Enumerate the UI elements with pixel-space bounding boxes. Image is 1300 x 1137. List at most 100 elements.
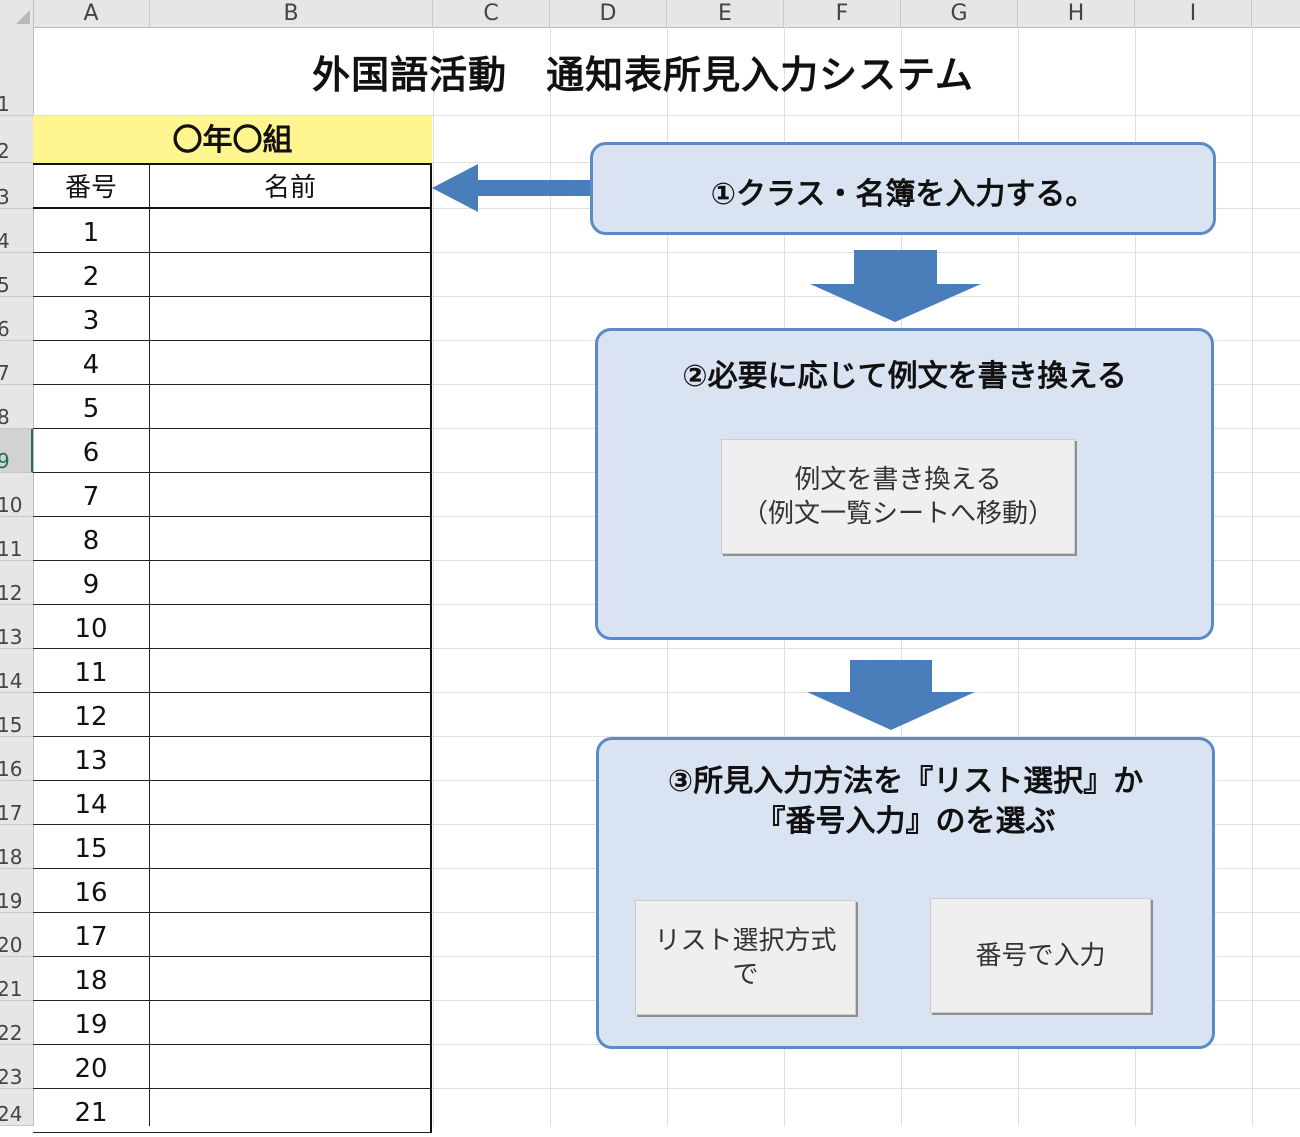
roster-name-cell[interactable]: [150, 1045, 430, 1088]
row-header[interactable]: 1: [0, 27, 33, 116]
roster-name-cell[interactable]: [150, 473, 430, 516]
roster-number-cell[interactable]: 2: [33, 253, 149, 297]
row-header-label: 13: [0, 625, 23, 649]
roster-number-cell[interactable]: 12: [33, 693, 149, 737]
row-header[interactable]: 15: [0, 693, 33, 737]
row-header[interactable]: 3: [0, 163, 33, 209]
row-header-label: 21: [0, 977, 23, 1001]
column-header-f[interactable]: F: [784, 0, 901, 27]
row-header[interactable]: 7: [0, 341, 33, 385]
roster-name-cell[interactable]: [150, 341, 430, 384]
roster-number-cell[interactable]: 13: [33, 737, 149, 781]
number-column-header: 番号: [64, 173, 117, 203]
row-header[interactable]: 17: [0, 781, 33, 825]
row-header-label: 20: [0, 933, 23, 957]
roster-number-cell[interactable]: 20: [33, 1045, 149, 1089]
roster-number-cell[interactable]: 3: [33, 297, 149, 341]
row-header[interactable]: 5: [0, 253, 33, 297]
roster-name-cell[interactable]: [150, 913, 430, 956]
row-header[interactable]: 19: [0, 869, 33, 913]
roster-name-cell[interactable]: [150, 517, 430, 560]
column-header-h[interactable]: H: [1018, 0, 1135, 27]
down-arrow-icon: [810, 250, 981, 322]
roster-number-cell[interactable]: 6: [33, 429, 149, 473]
row-header[interactable]: 14: [0, 649, 33, 693]
roster-name-cell[interactable]: [150, 869, 430, 912]
class-header-cell[interactable]: 〇年〇組: [33, 116, 432, 163]
select-all-icon: [16, 10, 30, 24]
roster-name-cell[interactable]: [150, 253, 430, 296]
page-title: 外国語活動 通知表所見入力システム: [312, 53, 974, 97]
roster-name-cell[interactable]: [150, 297, 430, 340]
roster-number-cell[interactable]: 14: [33, 781, 149, 825]
roster-name-cell[interactable]: [150, 561, 430, 604]
down-arrow-shape: [807, 660, 975, 730]
roster-name-cell[interactable]: [150, 1001, 430, 1044]
row-header[interactable]: 23: [0, 1045, 33, 1089]
roster-number-cell[interactable]: 4: [33, 341, 149, 385]
row-header[interactable]: 18: [0, 825, 33, 869]
roster-number-cell[interactable]: 8: [33, 517, 149, 561]
column-header-d[interactable]: D: [550, 0, 667, 27]
step2-label: ②必要に応じて例文を書き換える: [682, 359, 1127, 394]
roster-name-cell[interactable]: [150, 781, 430, 824]
row-header-label: 3: [0, 185, 10, 209]
row-header-label: 9: [0, 449, 10, 473]
column-header-b[interactable]: B: [150, 0, 433, 27]
number-input-button[interactable]: 番号で入力: [930, 898, 1151, 1013]
roster-name-cell[interactable]: [150, 649, 430, 692]
roster-name-cell[interactable]: [150, 693, 430, 736]
row-header[interactable]: 12: [0, 561, 33, 605]
row-header[interactable]: 8: [0, 385, 33, 429]
left-arrow-icon: [432, 164, 595, 212]
row-header-label: 17: [0, 801, 23, 825]
row-header[interactable]: 24: [0, 1089, 33, 1126]
row-header[interactable]: 9: [0, 429, 33, 473]
roster-number-cell[interactable]: 21: [33, 1089, 149, 1133]
roster-number-cell[interactable]: 1: [33, 209, 149, 253]
column-header-c[interactable]: C: [433, 0, 550, 27]
roster-name-cell[interactable]: [150, 737, 430, 780]
roster-name-cell[interactable]: [150, 209, 430, 252]
roster-number-cell[interactable]: 17: [33, 913, 149, 957]
roster-number-cell[interactable]: 5: [33, 385, 149, 429]
row-header-label: 14: [0, 669, 23, 693]
row-header[interactable]: 22: [0, 1001, 33, 1045]
row-header-label: 6: [0, 317, 10, 341]
roster-number-cell[interactable]: 7: [33, 473, 149, 517]
roster-number-cell[interactable]: 19: [33, 1001, 149, 1045]
column-header-g[interactable]: G: [901, 0, 1018, 27]
row-header[interactable]: 4: [0, 209, 33, 253]
row-header[interactable]: 11: [0, 517, 33, 561]
row-header[interactable]: 10: [0, 473, 33, 517]
row-header-label: 23: [0, 1065, 23, 1089]
rewrite-examples-button[interactable]: 例文を書き換える （例文一覧シートへ移動）: [721, 439, 1075, 554]
row-header[interactable]: 6: [0, 297, 33, 341]
row-header-label: 10: [0, 493, 23, 517]
rewrite-examples-button-line1: 例文を書き換える: [794, 464, 1002, 495]
roster-name-cell[interactable]: [150, 825, 430, 868]
roster-name-cell[interactable]: [150, 957, 430, 1000]
column-header-i[interactable]: I: [1135, 0, 1252, 27]
roster-number-cell[interactable]: 9: [33, 561, 149, 605]
row-header[interactable]: 16: [0, 737, 33, 781]
step1-label: ①クラス・名簿を入力する。: [710, 177, 1096, 212]
roster-number-cell[interactable]: 10: [33, 605, 149, 649]
row-header-label: 12: [0, 581, 23, 605]
roster-number-cell[interactable]: 18: [33, 957, 149, 1001]
row-header[interactable]: 2: [0, 116, 33, 163]
row-header[interactable]: 21: [0, 957, 33, 1001]
list-selection-button[interactable]: リスト選択方式 で: [635, 900, 856, 1015]
roster-number-cell[interactable]: 16: [33, 869, 149, 913]
row-header[interactable]: 13: [0, 605, 33, 649]
column-header-e[interactable]: E: [667, 0, 784, 27]
row-header[interactable]: 20: [0, 913, 33, 957]
row-header-label: 4: [0, 229, 10, 253]
roster-name-cell[interactable]: [150, 385, 430, 428]
roster-number-cell[interactable]: 11: [33, 649, 149, 693]
roster-name-cell[interactable]: [150, 605, 430, 648]
column-header-a[interactable]: A: [33, 0, 150, 27]
roster-number-cell[interactable]: 15: [33, 825, 149, 869]
roster-name-cell[interactable]: [150, 429, 430, 472]
select-all-corner[interactable]: [0, 0, 34, 27]
